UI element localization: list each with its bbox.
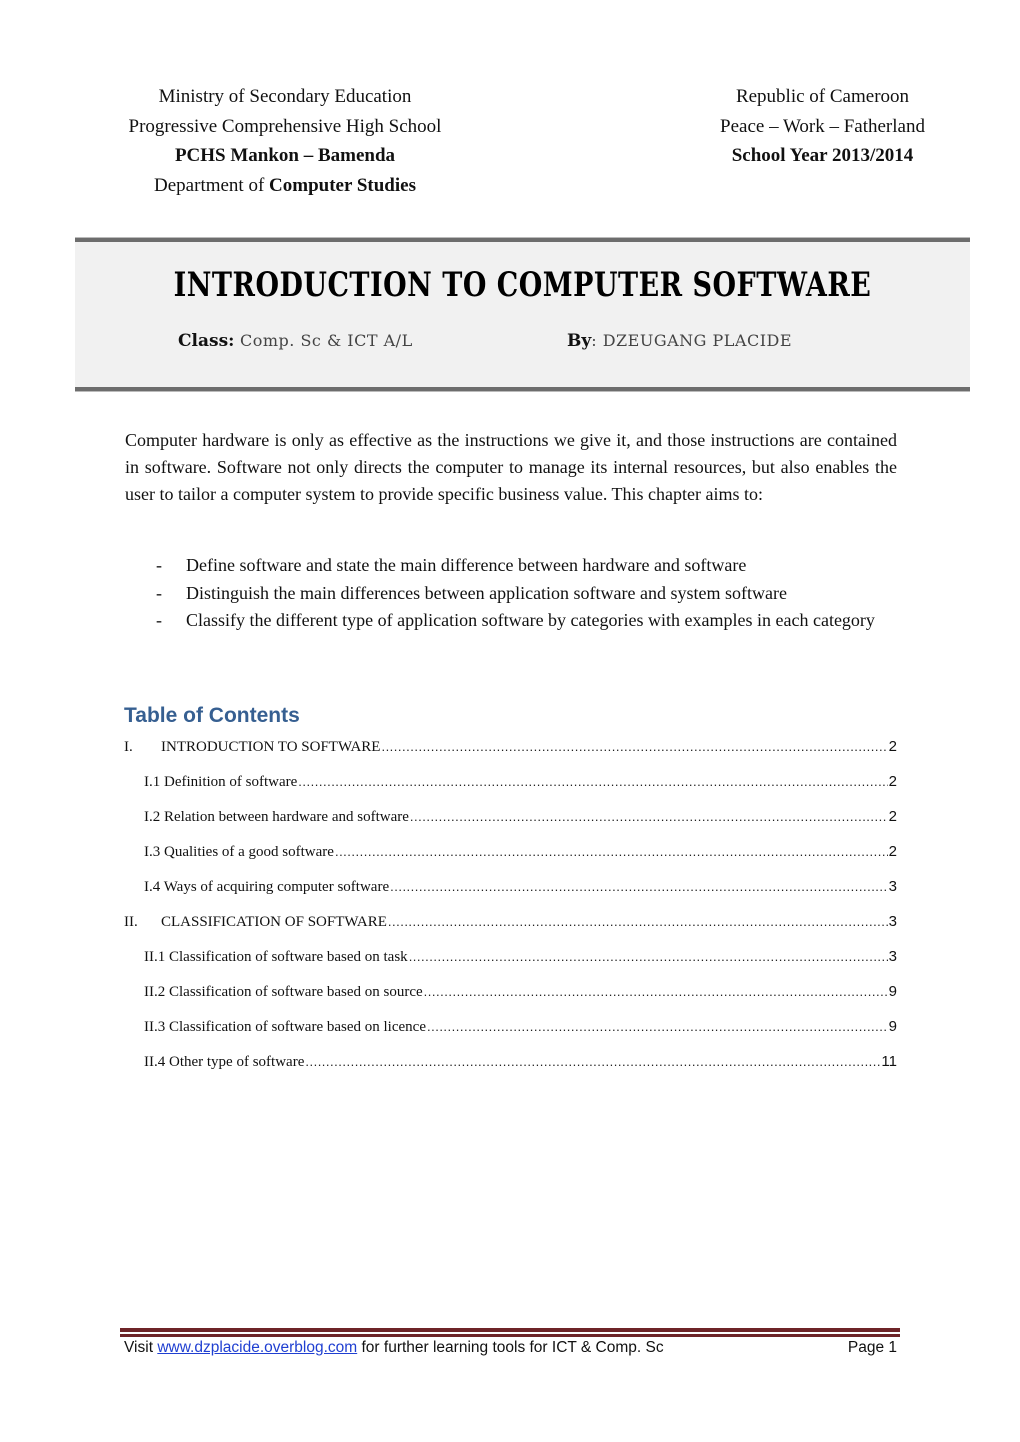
website-link[interactable]: www.dzplacide.overblog.com xyxy=(157,1339,357,1356)
dot-leader: ........................................… xyxy=(387,914,888,929)
school-year-line: School Year 2013/2014 xyxy=(731,145,914,166)
country-line: Republic of Cameroon xyxy=(735,86,910,107)
dot-leader: ........................................… xyxy=(381,739,888,754)
dot-leader: ........................................… xyxy=(305,1054,881,1069)
dot-leader: ........................................… xyxy=(409,809,888,824)
toc-entry[interactable]: II. CLASSIFICATION OF SOFTWARE...........… xyxy=(124,911,897,946)
motto-line: Peace – Work – Fatherland xyxy=(720,115,925,137)
aim-item: - Distinguish the main differences betwee… xyxy=(156,582,787,603)
aims-list: - Define software and state the main diff… xyxy=(125,552,897,635)
toc-entry[interactable]: II.3 Classification of software based on… xyxy=(124,1016,897,1051)
author-info: By: DZEUGANG PLACIDE xyxy=(567,331,793,351)
dot-leader: ........................................… xyxy=(334,844,888,859)
dot-leader: ........................................… xyxy=(390,879,888,894)
department-line: Department of Computer Studies xyxy=(154,174,416,196)
school-name-line: Progressive Comprehensive High School xyxy=(128,115,442,137)
toc-entry[interactable]: I. INTRODUCTION TO SOFTWARE..............… xyxy=(124,736,897,771)
page-number: Page 1 xyxy=(847,1339,897,1356)
dot-leader: ........................................… xyxy=(423,984,888,999)
ministry-line: Ministry of Secondary Education xyxy=(158,86,412,107)
toc-entry[interactable]: II.1 Classification of software based on… xyxy=(124,946,897,981)
dot-leader: ........................................… xyxy=(298,774,888,789)
toc-entry[interactable]: II.4 Other type of software.............… xyxy=(124,1051,897,1086)
toc-entry[interactable]: I.4 Ways of acquiring computer software.… xyxy=(124,876,897,911)
toc-entry[interactable]: II.2 Classification of software based on… xyxy=(124,981,897,1016)
header-right: Republic of Cameroon Peace – Work – Fath… xyxy=(690,82,955,171)
aim-item: - Define software and state the main diff… xyxy=(156,555,747,575)
toc-title: Table of Contents xyxy=(124,704,300,727)
document-title: INTRODUCTION TO COMPUTER SOFTWARE xyxy=(173,266,872,305)
toc-entry[interactable]: I.1 Definition of software..............… xyxy=(124,771,897,806)
toc-entry[interactable]: I.2 Relation between hardware and softwa… xyxy=(124,806,897,841)
dot-leader: ........................................… xyxy=(426,1019,888,1034)
footer-rule xyxy=(120,1328,900,1334)
intro-paragraph: Computer hardware is only as effective a… xyxy=(125,430,897,505)
toc-entry[interactable]: I.3 Qualities of a good software........… xyxy=(124,841,897,876)
page-footer: Visit www.dzplacide.overblog.com for fur… xyxy=(124,1339,897,1356)
dot-leader: ........................................… xyxy=(408,949,888,964)
header-left: Ministry of Secondary Education Progress… xyxy=(90,82,480,200)
class-info: Class: Comp. Sc & ICT A/L xyxy=(178,331,413,351)
title-box: INTRODUCTION TO COMPUTER SOFTWARE Class:… xyxy=(75,238,970,391)
aim-item: - Classify the different type of applicat… xyxy=(156,610,875,630)
table-of-contents: I. INTRODUCTION TO SOFTWARE..............… xyxy=(124,736,897,1086)
school-location-line: PCHS Mankon – Bamenda xyxy=(174,145,396,166)
